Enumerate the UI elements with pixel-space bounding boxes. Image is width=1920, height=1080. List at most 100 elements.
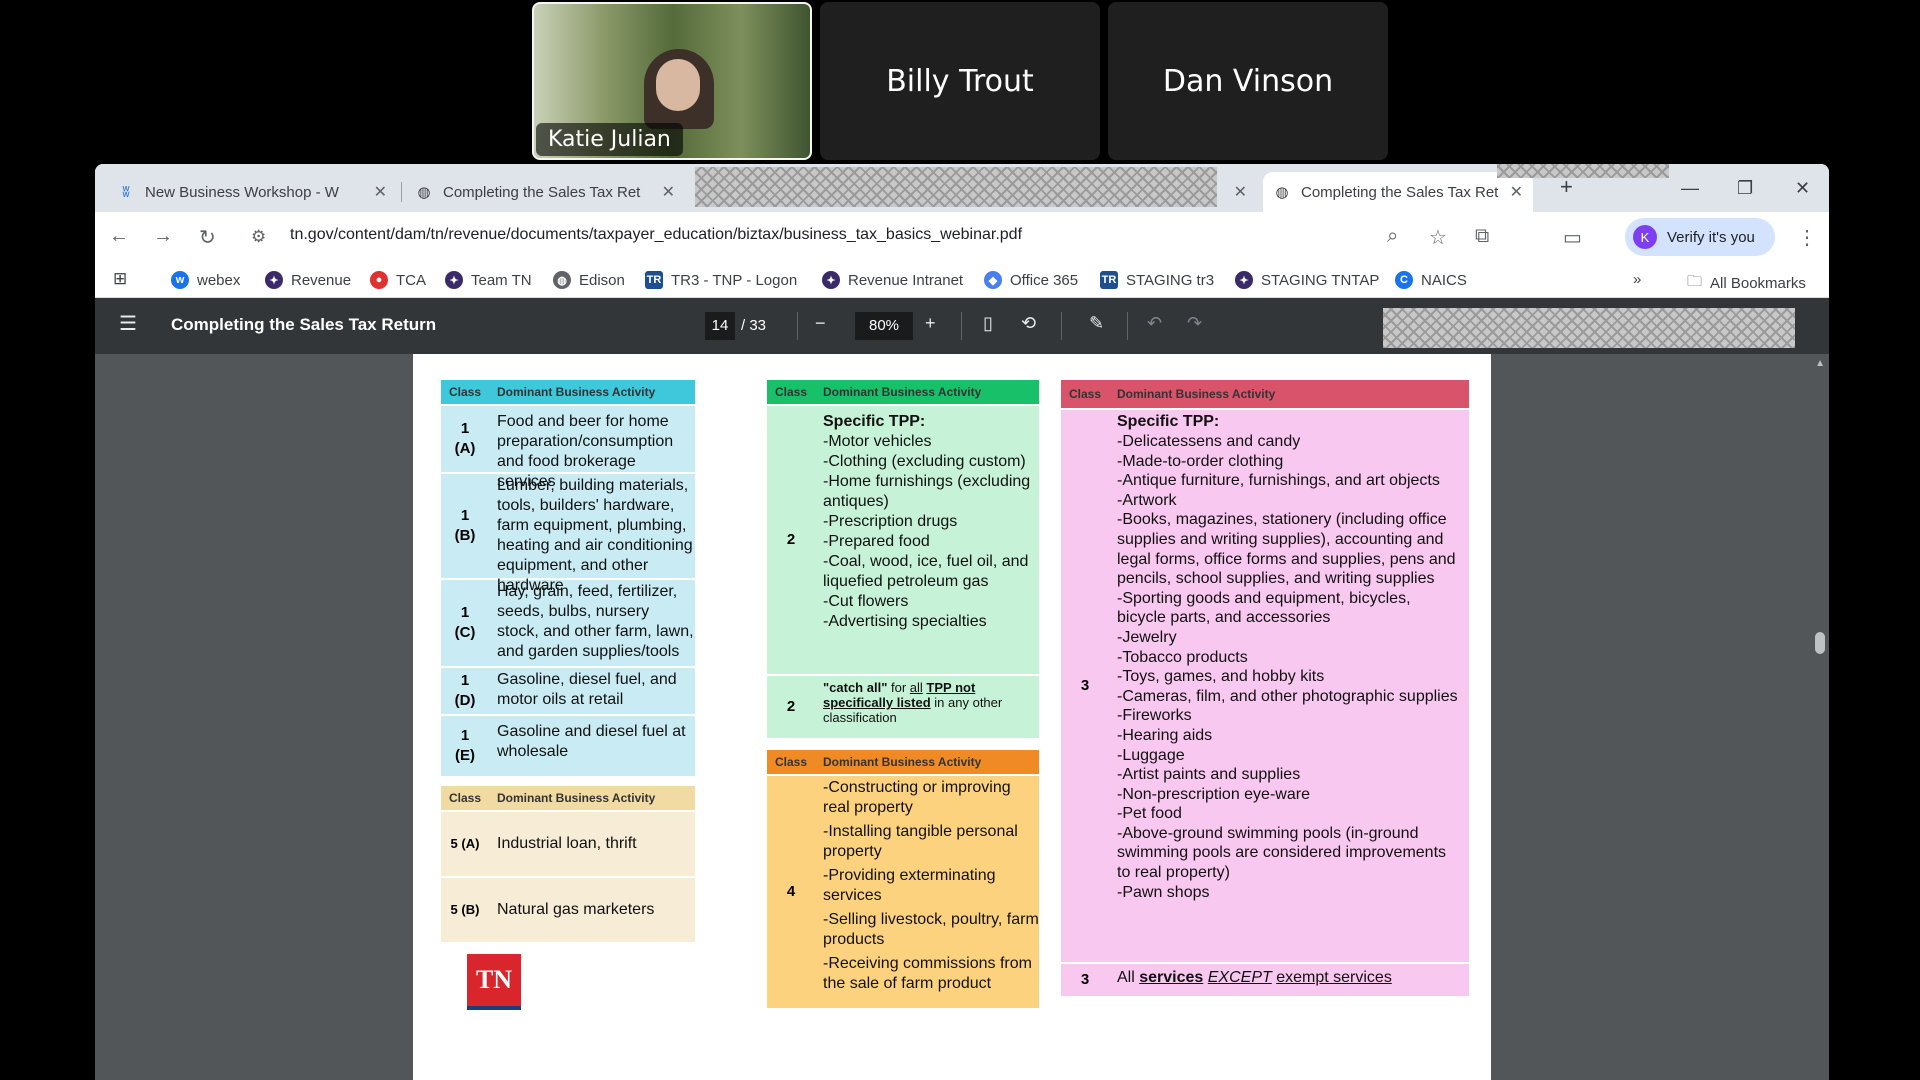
url-field[interactable]: tn.gov/content/dam/tn/revenue/documents/… — [290, 226, 1022, 244]
bookmark-edison[interactable]: ◍ Edison — [553, 271, 625, 289]
tn-seal-icon: ✦ — [1235, 271, 1253, 289]
restore-icon[interactable]: ❐ — [1737, 178, 1753, 199]
close-icon[interactable]: ✕ — [1234, 182, 1247, 202]
tn-logo: TN — [467, 954, 521, 1010]
tab-sales-tax-1[interactable]: ◍ Completing the Sales Tax Ret ✕ — [405, 172, 685, 212]
bookmark-team-tn[interactable]: ✦ Team TN — [445, 271, 532, 289]
zoom-out-icon[interactable]: − — [815, 313, 826, 334]
tab-separator — [401, 182, 402, 202]
class-4-table: Class Dominant Business Activity 4 -Cons… — [767, 750, 1039, 1008]
redo-icon[interactable]: ↷ — [1187, 313, 1202, 334]
globe-icon: ◍ — [417, 184, 431, 201]
rotate-icon[interactable]: ⟲ — [1021, 313, 1036, 334]
annotate-icon[interactable]: ✎ — [1089, 313, 1104, 334]
tab-strip: ʬ New Business Workshop - W ✕ ◍ Completi… — [95, 164, 1829, 212]
close-window-icon[interactable]: ✕ — [1795, 178, 1810, 199]
zoom-level-input[interactable]: 80% — [855, 312, 913, 340]
new-tab-button[interactable]: + — [1560, 174, 1573, 200]
bookmark-office-365[interactable]: ◆ Office 365 — [984, 271, 1078, 289]
close-icon[interactable]: ✕ — [374, 182, 387, 202]
webex-icon: w — [171, 271, 189, 289]
toolbar-separator — [797, 312, 798, 340]
close-icon[interactable]: ✕ — [662, 182, 675, 202]
zoom-icon[interactable]: ⌕ — [1387, 225, 1398, 248]
header-activity: Dominant Business Activity — [823, 385, 982, 399]
pdf-viewport[interactable]: Class Dominant Business Activity 1 (A) Fo… — [95, 354, 1829, 1080]
bookmark-staging-tr3[interactable]: TR STAGING tr3 — [1100, 271, 1214, 289]
menu-dots-icon[interactable]: ⋮ — [1797, 225, 1817, 250]
header-class: Class — [448, 385, 482, 399]
apps-icon[interactable]: ⊞ — [113, 269, 127, 289]
site-info-icon[interactable]: ⚙ — [251, 227, 266, 247]
undo-icon[interactable]: ↶ — [1147, 313, 1162, 334]
bookmark-naics[interactable]: C NAICS — [1395, 271, 1467, 289]
tpp-list: -Motor vehicles -Clothing (excluding cus… — [823, 433, 1031, 630]
header-class: Class — [448, 791, 482, 805]
class-2-table: Class Dominant Business Activity 2 Speci… — [767, 380, 1039, 738]
tab-webex[interactable]: ʬ New Business Workshop - W ✕ — [107, 172, 397, 212]
activity-cell: Gasoline and diesel fuel at wholesale — [497, 723, 686, 760]
forward-icon[interactable]: → — [153, 225, 173, 248]
scrollbar-thumb[interactable] — [1815, 632, 1825, 654]
table-header: Class Dominant Business Activity — [767, 380, 1039, 404]
tab-title: New Business Workshop - W — [145, 183, 339, 201]
tab-close-redacted[interactable]: ✕ — [1217, 172, 1257, 212]
bookmark-star-icon[interactable]: ☆ — [1429, 225, 1447, 250]
page-total: / 33 — [741, 317, 767, 334]
participant-tile-billy[interactable]: Billy Trout — [820, 2, 1100, 160]
globe-icon: ◍ — [553, 271, 571, 289]
pdf-scrollbar[interactable]: ▲ — [1815, 358, 1825, 1080]
class-cell: 4 — [786, 883, 796, 900]
class-cell: 5 (B) — [450, 902, 480, 917]
table-row: 1 (E) Gasoline and diesel fuel at wholesa… — [441, 714, 695, 776]
class-cell: 3 — [1080, 677, 1090, 694]
class-5-table: Class Dominant Business Activity 5 (A) In… — [441, 786, 695, 942]
tn-seal-icon: ✦ — [822, 271, 840, 289]
table-row: 1 (C) Hay, grain, feed, fertilizer, seeds… — [441, 578, 695, 666]
all-bookmarks[interactable]: 🗀 All Bookmarks — [1687, 271, 1806, 296]
toolbar-separator — [1127, 312, 1128, 340]
globe-icon: ◍ — [1275, 184, 1289, 201]
table-row: 1 (B) Lumber, building materials, tools, … — [441, 472, 695, 594]
specific-tpp-heading: Specific TPP: — [823, 413, 926, 430]
screen-share-icon[interactable]: ▭ — [1563, 225, 1582, 250]
hamburger-menu-icon[interactable]: ☰ — [119, 311, 137, 336]
table-row: 2 "catch all" for all TPP not specifical… — [767, 674, 1039, 738]
close-icon[interactable]: ✕ — [1510, 182, 1523, 202]
browser-window: ʬ New Business Workshop - W ✕ ◍ Completi… — [95, 164, 1829, 1080]
catch-all-cell: "catch all" for all TPP not specifically… — [823, 680, 1003, 725]
zoom-in-icon[interactable]: + — [925, 313, 936, 334]
activity-cell: Lumber, building materials, tools, build… — [497, 477, 693, 594]
class-1-table: Class Dominant Business Activity 1 (A) Fo… — [441, 380, 695, 776]
address-toolbar: ← → ↻ ⚙ tn.gov/content/dam/tn/revenue/do… — [95, 212, 1829, 262]
page-number-input[interactable]: 14 — [705, 312, 735, 340]
extensions-icon[interactable]: ⧉ — [1475, 225, 1489, 248]
bookmark-webex[interactable]: w webex — [171, 271, 240, 289]
pdf-title: Completing the Sales Tax Return — [171, 315, 437, 334]
scroll-up-icon[interactable]: ▲ — [1815, 358, 1825, 369]
table-header: Class Dominant Business Activity — [1061, 380, 1469, 408]
bookmark-tr3[interactable]: TR TR3 - TNP - Logon — [645, 271, 797, 289]
minimize-icon[interactable]: — — [1681, 178, 1699, 199]
verify-profile-button[interactable]: K Verify it's you — [1625, 218, 1775, 256]
bookmark-revenue[interactable]: ✦ Revenue — [265, 271, 351, 289]
verify-label: Verify it's you — [1667, 228, 1755, 246]
services-cell: All services EXCEPT exempt services — [1117, 969, 1392, 986]
participant-tile-katie[interactable]: Katie Julian — [532, 2, 812, 160]
tab-sales-tax-active[interactable]: ◍ Completing the Sales Tax Ret ✕ — [1263, 172, 1533, 212]
fit-page-icon[interactable]: ▯ — [983, 313, 993, 334]
bookmark-revenue-intranet[interactable]: ✦ Revenue Intranet — [822, 271, 963, 289]
table-row: 2 Specific TPP: -Motor vehicles -Clothin… — [767, 404, 1039, 674]
activity-cell: Specific TPP: -Delicatessens and candy -… — [1109, 410, 1469, 962]
participant-tile-dan[interactable]: Dan Vinson — [1108, 2, 1388, 160]
bookmark-staging-tntap[interactable]: ✦ STAGING TNTAP — [1235, 271, 1379, 289]
redacted-region — [1383, 308, 1795, 348]
avatar: K — [1633, 225, 1657, 249]
back-icon[interactable]: ← — [109, 225, 129, 248]
header-class: Class — [774, 385, 808, 399]
activity-cell: Food and beer for home preparation/consu… — [497, 413, 674, 490]
reload-icon[interactable]: ↻ — [199, 225, 216, 250]
activity-cell: -Constructing or improving real property… — [823, 779, 1039, 992]
bookmark-tca[interactable]: ● TCA — [370, 271, 426, 289]
more-bookmarks-icon[interactable]: » — [1633, 271, 1641, 288]
